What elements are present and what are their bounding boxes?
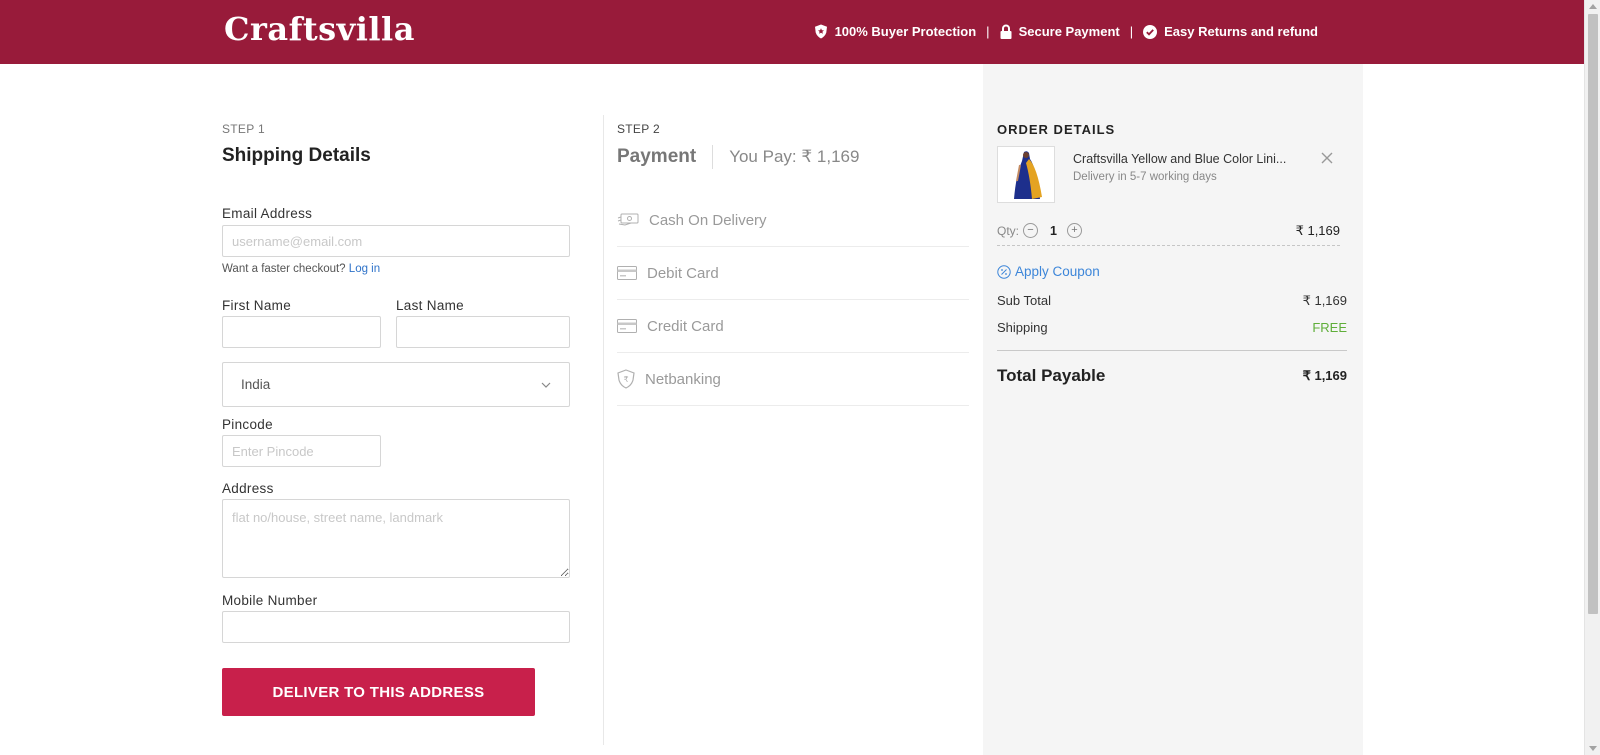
top-header: Craftsvilla 100% Buyer Protection | Secu… (0, 0, 1584, 64)
payment-method-debit-card[interactable]: Debit Card (617, 247, 969, 300)
qty-decrease-button[interactable]: − (1023, 223, 1039, 238)
checkout-page: Craftsvilla 100% Buyer Protection | Secu… (0, 0, 1600, 755)
craftsvilla-logo[interactable]: Craftsvilla (224, 10, 415, 48)
trust-badges: 100% Buyer Protection | Secure Payment |… (814, 24, 1318, 39)
payment-method-netbanking[interactable]: ₹ Netbanking (617, 353, 969, 406)
mobile-field[interactable] (222, 611, 570, 643)
percent-icon (997, 264, 1011, 279)
first-name-label: First Name (222, 298, 292, 313)
secure-payment-badge: Secure Payment (1000, 24, 1120, 39)
payment-method-label: Cash On Delivery (649, 211, 767, 229)
email-label: Email Address (222, 206, 313, 221)
easy-returns-label: Easy Returns and refund (1164, 24, 1318, 39)
login-link[interactable]: Log in (349, 263, 380, 275)
chevron-down-icon (541, 382, 551, 388)
email-field[interactable] (222, 225, 570, 257)
total-divider (997, 350, 1347, 351)
address-label: Address (222, 481, 274, 496)
quantity-row: Qty: − 1 + ₹ 1,169 (997, 216, 1340, 246)
deliver-to-address-button[interactable]: DELIVER TO THIS ADDRESS (222, 668, 535, 716)
svg-text:₹: ₹ (623, 375, 628, 384)
scroll-up-arrow[interactable] (1589, 4, 1597, 9)
first-name-field[interactable] (222, 316, 381, 348)
item-price: ₹ 1,169 (1295, 222, 1340, 238)
trust-separator: | (1129, 24, 1134, 39)
payment-header-divider (712, 145, 714, 169)
shipping-title: Shipping Details (222, 145, 371, 166)
card-icon (617, 319, 637, 333)
secure-payment-label: Secure Payment (1018, 24, 1120, 39)
apply-coupon-label: Apply Coupon (1015, 264, 1100, 279)
card-icon (617, 266, 637, 280)
last-name-field[interactable] (396, 316, 570, 348)
payment-title: Payment (617, 146, 697, 167)
mobile-label: Mobile Number (222, 593, 318, 608)
column-divider (603, 115, 604, 745)
buyer-protection-badge: 100% Buyer Protection (814, 24, 977, 39)
payment-header: Payment You Pay: ₹ 1,169 (617, 145, 969, 169)
pincode-label: Pincode (222, 417, 273, 432)
address-field[interactable] (222, 499, 570, 578)
payment-methods: Cash On Delivery Debit Card Credit Card … (617, 194, 969, 406)
product-name[interactable]: Craftsvilla Yellow and Blue Color Lini..… (1073, 152, 1293, 166)
rupee-shield-icon: ₹ (617, 369, 635, 389)
payment-method-credit-card[interactable]: Credit Card (617, 300, 969, 353)
shield-icon (814, 24, 827, 39)
qty-label: Qty: (997, 223, 1020, 238)
qty-increase-button[interactable]: + (1066, 223, 1082, 238)
payment-section: STEP 2 Payment You Pay: ₹ 1,169 (617, 122, 969, 169)
last-name-label: Last Name (396, 298, 464, 313)
faster-checkout-text: Want a faster checkout? (222, 263, 346, 275)
trust-separator: | (986, 24, 990, 39)
total-payable-label: Total Payable (997, 366, 1106, 385)
shipping-row: Shipping FREE (997, 320, 1347, 335)
page-scrollbar[interactable] (1584, 0, 1600, 755)
order-details-panel: ORDER DETAILS Craftsvilla Yellow and Blu… (983, 64, 1363, 755)
check-circle-icon (1143, 24, 1158, 39)
faster-checkout-hint: Want a faster checkout? Log in (222, 263, 380, 275)
step-2-label: STEP 2 (617, 122, 660, 136)
pincode-field[interactable] (222, 435, 381, 467)
close-icon[interactable] (1321, 152, 1333, 164)
payment-method-label: Netbanking (645, 370, 721, 388)
scroll-thumb[interactable] (1588, 14, 1598, 614)
total-payable-row: Total Payable ₹ 1,169 (997, 366, 1347, 386)
sub-total-value: ₹ 1,169 (1302, 293, 1347, 308)
shipping-label: Shipping (997, 320, 1048, 335)
easy-returns-badge: Easy Returns and refund (1143, 24, 1318, 39)
sub-total-label: Sub Total (997, 293, 1051, 308)
payment-method-label: Debit Card (647, 264, 719, 282)
payment-method-label: Credit Card (647, 317, 724, 335)
product-thumbnail[interactable] (997, 146, 1055, 203)
shipping-section: STEP 1 Shipping Details (222, 122, 570, 167)
shipping-value: FREE (1312, 320, 1347, 335)
total-payable-value: ₹ 1,169 (1302, 368, 1347, 383)
qty-value: 1 (1050, 223, 1057, 238)
delivery-estimate: Delivery in 5-7 working days (1073, 171, 1217, 183)
buyer-protection-label: 100% Buyer Protection (834, 24, 977, 39)
sub-total-row: Sub Total ₹ 1,169 (997, 293, 1347, 309)
order-details-title: ORDER DETAILS (997, 122, 1116, 137)
scroll-down-arrow[interactable] (1589, 746, 1597, 751)
country-value: India (241, 377, 271, 392)
you-pay-amount: You Pay: ₹ 1,169 (729, 147, 860, 166)
apply-coupon-link[interactable]: Apply Coupon (997, 264, 1100, 279)
step-1-label: STEP 1 (222, 122, 265, 136)
payment-method-cod[interactable]: Cash On Delivery (617, 194, 969, 247)
cash-icon (617, 213, 639, 226)
country-select[interactable]: India (222, 362, 570, 407)
lock-icon (1000, 24, 1012, 39)
